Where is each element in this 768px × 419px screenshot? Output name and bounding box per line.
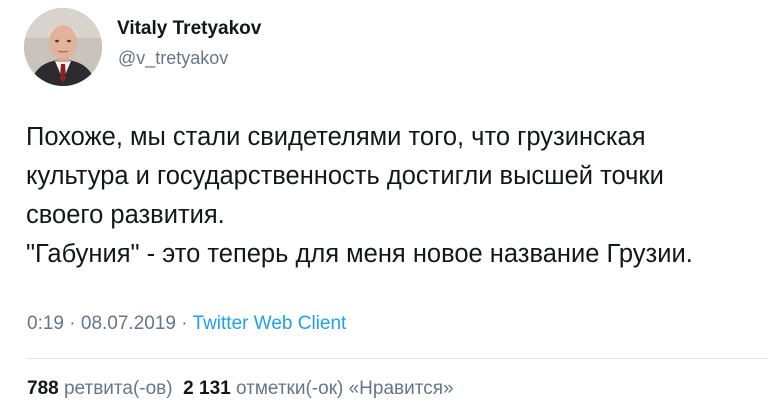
author-name[interactable]: Vitaly Tretyakov	[117, 18, 261, 40]
tweet-text: Похоже, мы стали свидетелями того, что г…	[26, 118, 756, 274]
tweet-line: Похоже, мы стали свидетелями того, что г…	[26, 123, 646, 151]
meta-separator: ·	[69, 313, 76, 334]
likes-label: отметки(-ок) «Нравится»	[236, 378, 454, 399]
retweets-stat[interactable]: 788 ретвита(-ов)	[27, 378, 173, 399]
meta-separator: ·	[181, 313, 188, 334]
tweet-stats: 788 ретвита(-ов) 2 131 отметки(-ок) «Нра…	[27, 378, 454, 400]
tweet-meta: 0:19 · 08.07.2019 · Twitter Web Client	[27, 313, 346, 335]
divider	[26, 358, 768, 359]
author-handle[interactable]: @v_tretyakov	[118, 48, 228, 69]
retweets-count: 788	[27, 378, 59, 399]
retweets-label: ретвита(-ов)	[63, 378, 173, 399]
tweet-line: "Габуния" - это теперь для меня новое на…	[26, 240, 693, 268]
tweet-date[interactable]: 08.07.2019	[81, 313, 176, 334]
tweet-time[interactable]: 0:19	[27, 313, 64, 334]
tweet-line: своего развития.	[26, 201, 225, 229]
tweet-client-link[interactable]: Twitter Web Client	[193, 313, 347, 334]
avatar-photo-icon	[24, 8, 102, 86]
likes-count: 2 131	[183, 378, 231, 399]
tweet-line: культура и государственность достигли вы…	[26, 162, 664, 190]
likes-stat[interactable]: 2 131 отметки(-ок) «Нравится»	[183, 378, 453, 399]
avatar[interactable]	[24, 8, 102, 86]
